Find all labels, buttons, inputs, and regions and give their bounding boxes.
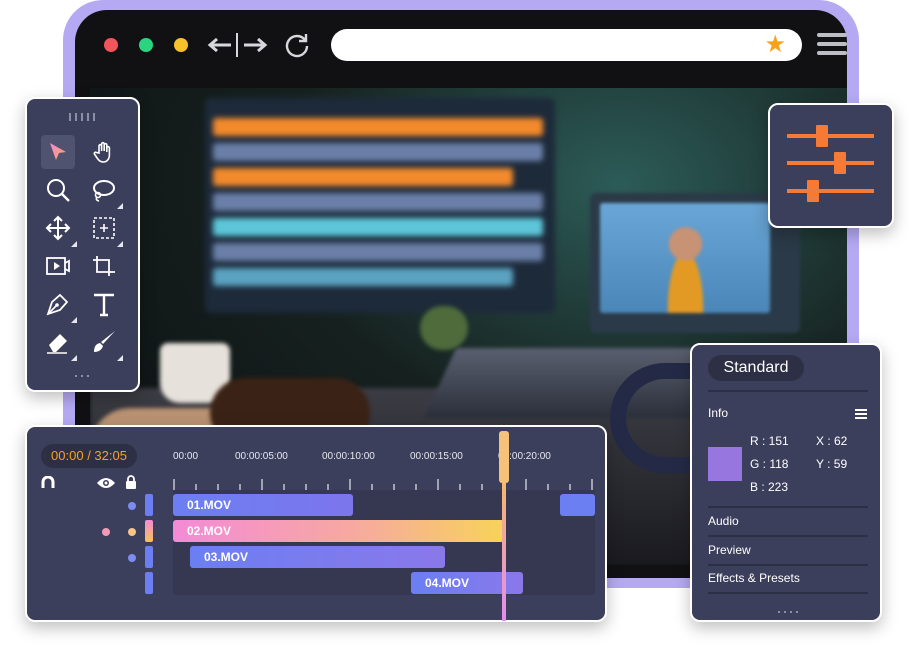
hand-icon [93, 141, 111, 163]
clip-02[interactable]: 02.MOV [173, 520, 504, 542]
properties-panel: Standard Info R : 151 G : 118 B : 223 X … [690, 343, 882, 622]
ruler-tick-label: 00:00 [173, 451, 199, 462]
hand-tool[interactable] [87, 135, 121, 169]
browser-menu-button[interactable] [817, 33, 847, 57]
track-4-handle[interactable] [145, 572, 153, 594]
lasso-tool[interactable] [87, 173, 123, 209]
sliders-icon [787, 125, 874, 202]
video-icon [46, 257, 70, 275]
tools-panel [25, 97, 140, 392]
eraser-icon [47, 334, 67, 354]
playhead[interactable] [499, 431, 509, 621]
coord-x: X : 62 [816, 434, 848, 448]
section-effects-presets[interactable]: Effects & Presets [708, 571, 800, 585]
video-tool[interactable] [41, 249, 75, 283]
ruler-tick-label: 00:00:15:00 [410, 451, 463, 462]
lasso-icon [93, 180, 115, 202]
text-icon [94, 293, 114, 317]
blurred-monitor [205, 98, 555, 313]
reload-button[interactable] [283, 30, 311, 60]
rgb-g: G : 118 [750, 457, 789, 471]
ruler-tick-label: 00:00:05:00 [235, 451, 288, 462]
select-tool[interactable] [41, 135, 75, 169]
timecode-display: 00:00 / 32:05 [41, 444, 137, 468]
move-arrows-icon [45, 215, 71, 241]
eye-icon[interactable] [96, 477, 116, 489]
brush-tool[interactable] [87, 325, 123, 361]
coord-y: Y : 59 [816, 457, 848, 471]
track-area[interactable]: 01.MOV 02.MOV 03.MOV 04.MOV [173, 490, 595, 595]
ruler-tick-label: 00:00:10:00 [322, 451, 375, 462]
reload-icon [285, 34, 309, 58]
hamburger-icon[interactable] [855, 409, 867, 419]
track-3-handle[interactable] [145, 546, 153, 568]
clip-01-tail[interactable] [560, 494, 595, 516]
track-1-handle[interactable] [145, 494, 153, 516]
track-2-dot-orange[interactable] [128, 528, 136, 536]
transform-tool[interactable] [87, 211, 123, 247]
clip-03[interactable]: 03.MOV [190, 546, 445, 568]
track-2-dot-pink[interactable] [102, 528, 110, 536]
lock-icon[interactable] [125, 475, 137, 489]
workspace-mode[interactable]: Standard [708, 355, 804, 381]
zoom-tool[interactable] [41, 173, 75, 207]
adjustment-panel[interactable] [768, 103, 894, 228]
panel-more-dots [778, 611, 798, 613]
window-close-button[interactable] [104, 38, 118, 52]
crop-icon [93, 256, 115, 276]
timeline-panel: 00:00 / 32:05 00:00 00:00:05:00 00:00:10… [25, 425, 607, 622]
rgb-r: R : 151 [750, 434, 789, 448]
arrow-right-icon [244, 38, 268, 52]
brush-icon [94, 331, 115, 352]
track-1-dot[interactable] [128, 502, 136, 510]
clip-01[interactable]: 01.MOV [173, 494, 353, 516]
back-button[interactable] [205, 30, 235, 60]
magnet-icon[interactable] [41, 476, 55, 490]
address-bar[interactable]: ★ [331, 29, 802, 61]
section-preview[interactable]: Preview [708, 543, 751, 557]
transform-icon [93, 217, 115, 239]
window-maximize-button[interactable] [174, 38, 188, 52]
panel-grip[interactable] [69, 113, 99, 121]
arrow-pointer-icon [50, 143, 66, 160]
track-3-dot[interactable] [128, 554, 136, 562]
star-icon[interactable]: ★ [764, 33, 786, 57]
pen-icon [46, 293, 69, 316]
rgb-b: B : 223 [750, 480, 789, 494]
text-tool[interactable] [87, 287, 121, 321]
eraser-tool[interactable] [41, 325, 77, 361]
section-audio[interactable]: Audio [708, 514, 739, 528]
track-2-handle[interactable] [145, 520, 153, 542]
color-swatch [708, 447, 742, 481]
forward-button[interactable] [240, 30, 270, 60]
info-label: Info [708, 406, 729, 420]
panel-more-dots [75, 375, 93, 377]
arrow-left-icon [207, 38, 231, 52]
move-tool[interactable] [41, 211, 77, 247]
magnifier-icon [47, 179, 70, 202]
window-minimize-button[interactable] [139, 38, 153, 52]
crop-tool[interactable] [87, 249, 121, 283]
pen-tool[interactable] [41, 287, 77, 323]
